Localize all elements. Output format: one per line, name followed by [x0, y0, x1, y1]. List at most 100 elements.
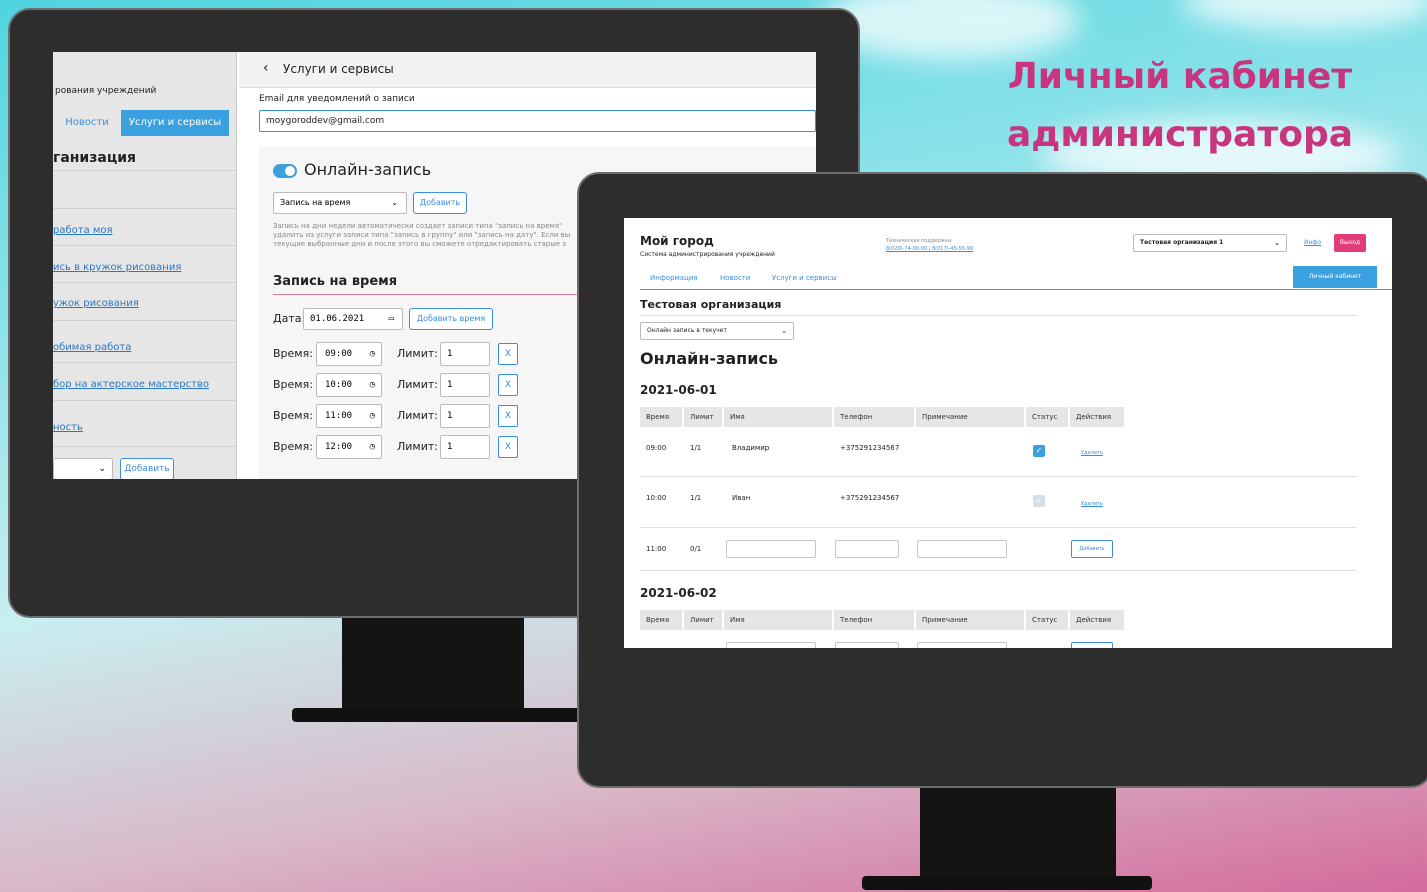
time-field[interactable]: 12:00 ◷ [316, 435, 382, 459]
status-checkbox: ✓ [1033, 495, 1045, 507]
add-time-button[interactable]: Добавить время [409, 308, 493, 330]
phone-input[interactable] [835, 540, 899, 558]
column-header: Лимит [684, 610, 722, 630]
name-input[interactable] [726, 642, 816, 648]
clock-icon: ◷ [369, 380, 375, 390]
sidebar-link[interactable]: обимая работа [53, 342, 131, 353]
cell-limit: 1/1 [690, 494, 702, 502]
clock-icon: ◷ [369, 442, 375, 452]
time-slot-row: Время: 11:00 ◷ Лимит: 1 X [273, 404, 573, 428]
divider [53, 208, 237, 209]
sidebar-link[interactable]: ность [53, 422, 83, 433]
limit-label: Лимит: [397, 347, 438, 360]
tab-info[interactable]: Информация [650, 274, 698, 282]
time-label: Время: [273, 378, 313, 391]
time-field[interactable]: 10:00 ◷ [316, 373, 382, 397]
delete-link[interactable]: Удалить [1081, 501, 1103, 507]
tab-news[interactable]: Новости [720, 274, 750, 282]
day-date: 2021-06-02 [640, 586, 717, 600]
divider [53, 320, 237, 321]
remove-slot-button[interactable]: X [498, 374, 518, 396]
phone-input[interactable] [835, 642, 899, 648]
time-label: Время: [273, 347, 313, 360]
email-field[interactable]: moygoroddev@gmail.com [259, 110, 816, 132]
topbar: ‹ Услуги и сервисы [239, 52, 816, 88]
column-header: Лимит [684, 407, 722, 427]
note-input[interactable] [917, 642, 1007, 648]
divider [53, 245, 237, 246]
status-checkbox[interactable]: ✓ [1033, 445, 1045, 457]
limit-field[interactable]: 1 [440, 373, 490, 397]
column-header: Время [640, 407, 682, 427]
sidebar-add-button[interactable]: Добавить [120, 458, 174, 479]
sidebar-link[interactable]: ись в кружок рисования [53, 262, 181, 273]
booking-type-select[interactable]: Запись на время ⌄ [273, 192, 407, 214]
sidebar-link[interactable]: бор на актерское мастерство [53, 379, 209, 390]
logo[interactable]: Мой город [640, 234, 714, 248]
filter-select[interactable]: Онлайн запись в текучет ⌄ [640, 322, 794, 340]
limit-field[interactable]: 1 [440, 342, 490, 366]
tab-news[interactable]: Новости [53, 110, 121, 136]
calendar-icon[interactable]: ▭ [389, 309, 394, 329]
row-divider [640, 527, 1356, 528]
add-button[interactable]: Добавить [413, 192, 467, 214]
left-monitor-base [292, 708, 582, 722]
column-header: Имя [724, 610, 832, 630]
time-field[interactable]: 11:00 ◷ [316, 404, 382, 428]
headline-line1: Личный кабинет [1007, 56, 1353, 97]
chevron-down-icon: ⌄ [1274, 239, 1280, 247]
time-value: 09:00 [325, 349, 353, 359]
cell-time: 09:00 [646, 444, 667, 452]
remove-slot-button[interactable]: X [498, 436, 518, 458]
divider [53, 282, 237, 283]
limit-field[interactable]: 1 [440, 435, 490, 459]
time-value: 11:00 [325, 411, 353, 421]
time-field[interactable]: 09:00 ◷ [316, 342, 382, 366]
cell-phone: +375291234567 [840, 494, 900, 502]
name-input[interactable] [726, 540, 816, 558]
column-header: Статус [1026, 610, 1068, 630]
online-toggle[interactable] [273, 164, 297, 178]
right-monitor: Мой город Система администрирования учре… [577, 172, 1427, 788]
header: Мой город Система администрирования учре… [624, 218, 1392, 266]
add-booking-button[interactable]: Добавить [1071, 540, 1113, 558]
limit-label: Лимит: [397, 440, 438, 453]
support-phones[interactable]: 8(029)-74-00-00 | 8(017)-45-55-99 [886, 246, 973, 252]
sidebar-subtitle: рования учреждений [55, 86, 157, 96]
cell-limit: 1/1 [690, 444, 702, 452]
cell-time: 11:00 [646, 545, 667, 553]
org-title: Тестовая организация [640, 298, 782, 311]
time-label: Время: [273, 440, 313, 453]
limit-field[interactable]: 1 [440, 404, 490, 428]
sidebar-link[interactable]: работа моя [53, 225, 113, 236]
logo-subtitle: Система администрирования учреждений [640, 251, 775, 258]
limit-label: Лимит: [397, 378, 438, 391]
date-field[interactable]: 01.06.2021 ▭ [303, 308, 403, 330]
info-link[interactable]: Инфо [1304, 239, 1321, 246]
remove-slot-button[interactable]: X [498, 405, 518, 427]
exit-button[interactable]: Выход [1334, 234, 1366, 252]
remove-slot-button[interactable]: X [498, 343, 518, 365]
time-slot-row: Время: 12:00 ◷ Лимит: 1 X [273, 435, 573, 459]
sidebar-org-title: ганизация [53, 150, 137, 166]
booking-type-value: Запись на время [280, 198, 351, 207]
chevron-down-icon: ⌄ [391, 198, 398, 207]
org-select[interactable]: Тестовая организация 1 ⌄ [1133, 234, 1287, 252]
note-input[interactable] [917, 540, 1007, 558]
time-label: Время: [273, 409, 313, 422]
tab-services[interactable]: Услуги и сервисы [121, 110, 229, 136]
cell-phone: +375291234567 [840, 444, 900, 452]
add-booking-button[interactable] [1071, 642, 1113, 648]
sidebar-select[interactable]: ⌄ [53, 458, 113, 479]
filter-select-value: Онлайн запись в текучет [647, 327, 727, 334]
clock-icon: ◷ [369, 349, 375, 359]
back-icon[interactable]: ‹ [263, 60, 269, 76]
cell-name: Иван [732, 494, 751, 502]
cabinet-button[interactable]: Личный кабинет [1293, 266, 1377, 288]
time-slot-row: Время: 09:00 ◷ Лимит: 1 X [273, 342, 573, 366]
tab-services[interactable]: Услуги и сервисы [772, 274, 837, 282]
delete-link[interactable]: Удалить [1081, 450, 1103, 456]
sidebar-link[interactable]: ужок рисования [53, 298, 139, 309]
row-divider [640, 570, 1356, 571]
clock-icon: ◷ [369, 411, 375, 421]
